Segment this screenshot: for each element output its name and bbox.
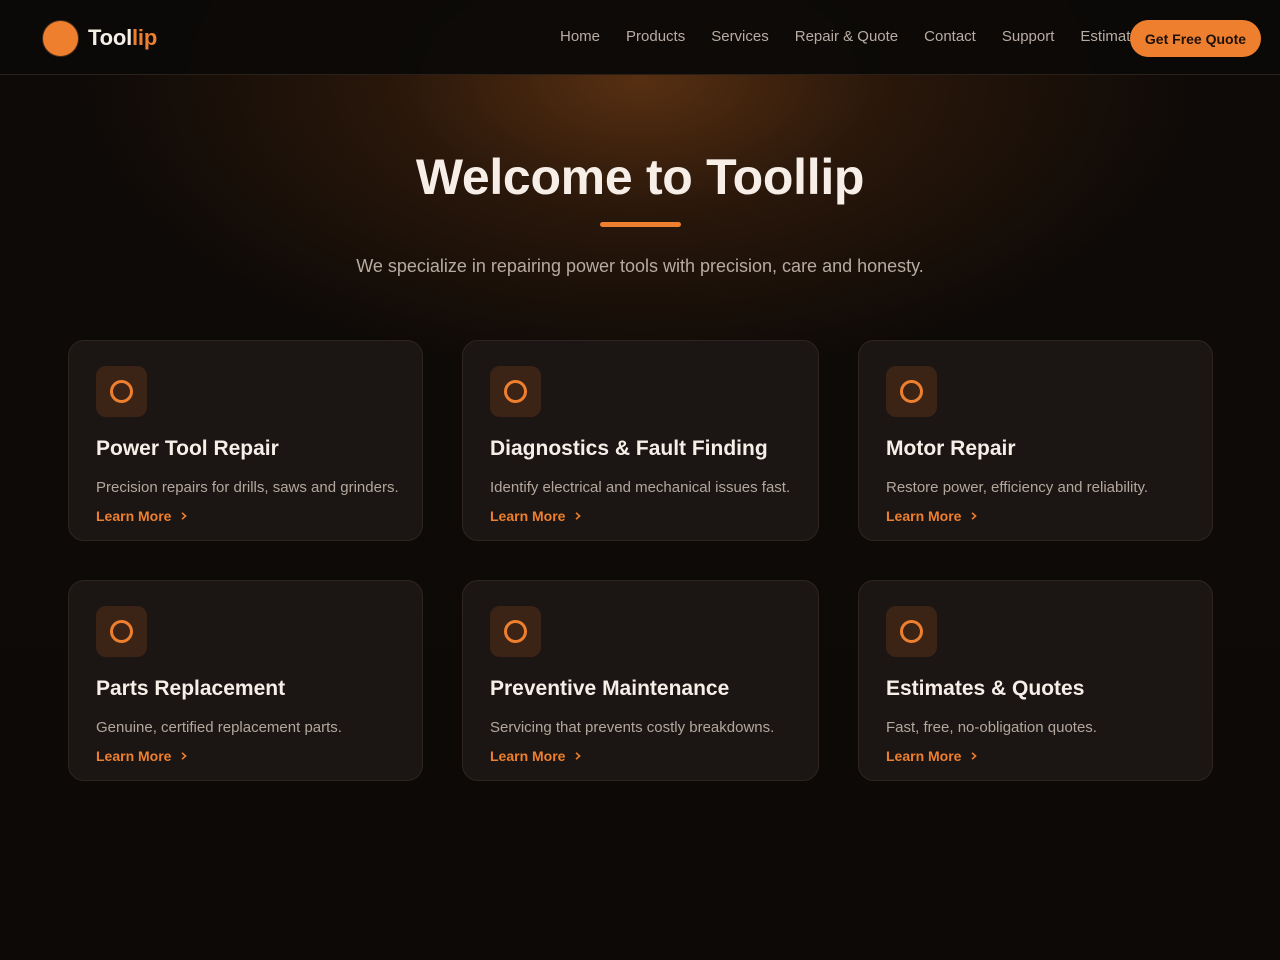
ring-icon (110, 620, 133, 643)
chevron-right-icon (575, 512, 582, 520)
service-card-description: Servicing that prevents costly breakdown… (490, 719, 775, 736)
service-card-title: Preventive Maintenance (490, 677, 730, 700)
nav-services[interactable]: Services (711, 22, 769, 51)
main-nav: Home Products Services Repair & Quote Contac… (545, 22, 1133, 52)
hero-subtitle: We specialize in repairing power tools w… (356, 256, 924, 276)
service-card-description: Genuine, certified replacement parts. (96, 719, 342, 736)
service-card-motor-repair: Motor Repair Restore power, efficiency a… (858, 340, 1213, 541)
service-card-description: Identify electrical and mechanical issue… (490, 479, 791, 496)
chevron-right-icon (575, 752, 582, 760)
chevron-right-icon (181, 512, 188, 520)
get-free-quote-button[interactable]: Get Free Quote (1130, 20, 1261, 57)
ring-icon (504, 380, 527, 403)
learn-more-label: Learn More (490, 508, 566, 524)
logo-circle-icon (43, 20, 78, 56)
hero-title: Welcome to Toollip (415, 149, 865, 205)
nav-products[interactable]: Products (626, 22, 685, 51)
service-card-description: Restore power, efficiency and reliabilit… (886, 479, 1149, 496)
learn-more-label: Learn More (490, 748, 566, 764)
service-card-title: Parts Replacement (96, 677, 286, 700)
service-card-title: Diagnostics & Fault Finding (490, 437, 768, 460)
learn-more-link[interactable]: Learn More (96, 748, 188, 764)
service-card-estimates-quotes: Estimates & Quotes Fast, free, no-obliga… (858, 580, 1213, 781)
brand-name-part-2: lip (132, 25, 158, 50)
chevron-right-icon (181, 752, 188, 760)
nav-home[interactable]: Home (560, 22, 600, 51)
top-navigation-bar: Toollip Home Products Services Repair & Quo… (0, 0, 1280, 75)
service-icon-tile (490, 606, 541, 657)
service-card-preventive-maintenance: Preventive Maintenance Servicing that pr… (462, 580, 819, 781)
nav-support[interactable]: Support (1002, 22, 1055, 51)
ring-icon (900, 380, 923, 403)
learn-more-label: Learn More (96, 508, 172, 524)
service-card-parts-replacement: Parts Replacement Genuine, certified rep… (68, 580, 423, 781)
brand-name-part-1: Tool (88, 25, 132, 50)
service-card-title: Motor Repair (886, 437, 1016, 460)
service-card-power-tool-repair: Power Tool Repair Precision repairs for … (68, 340, 423, 541)
nav-estimates[interactable]: Estimat (1080, 22, 1130, 51)
learn-more-link[interactable]: Learn More (490, 748, 582, 764)
service-card-description: Fast, free, no-obligation quotes. (886, 719, 1097, 736)
learn-more-link[interactable]: Learn More (886, 748, 978, 764)
ring-icon (504, 620, 527, 643)
chevron-right-icon (971, 752, 978, 760)
learn-more-link[interactable]: Learn More (96, 508, 188, 524)
brand-logo[interactable]: Toollip (43, 20, 157, 56)
learn-more-label: Learn More (886, 748, 962, 764)
hero-divider (600, 222, 681, 227)
nav-contact[interactable]: Contact (924, 22, 976, 51)
brand-name: Toollip (88, 27, 157, 49)
nav-repair-quote[interactable]: Repair & Quote (795, 22, 898, 51)
service-icon-tile (886, 366, 937, 417)
service-icon-tile (490, 366, 541, 417)
service-icon-tile (886, 606, 937, 657)
service-card-description: Precision repairs for drills, saws and g… (96, 479, 399, 496)
learn-more-link[interactable]: Learn More (490, 508, 582, 524)
service-icon-tile (96, 606, 147, 657)
learn-more-label: Learn More (96, 748, 172, 764)
service-card-title: Power Tool Repair (96, 437, 279, 460)
service-card-diagnostics: Diagnostics & Fault Finding Identify ele… (462, 340, 819, 541)
learn-more-label: Learn More (886, 508, 962, 524)
service-icon-tile (96, 366, 147, 417)
service-card-title: Estimates & Quotes (886, 677, 1085, 700)
ring-icon (110, 380, 133, 403)
ring-icon (900, 620, 923, 643)
learn-more-link[interactable]: Learn More (886, 508, 978, 524)
chevron-right-icon (971, 512, 978, 520)
